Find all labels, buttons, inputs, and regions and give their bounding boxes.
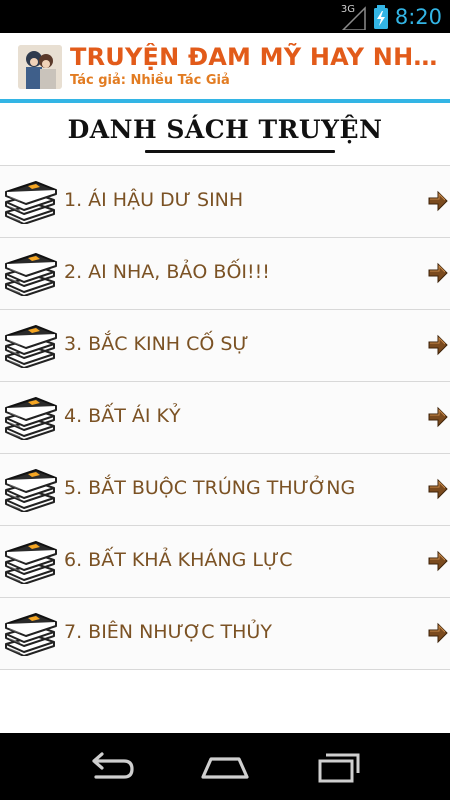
list-item[interactable]: 1. ÁI HẬU DƯ SINH xyxy=(0,165,450,237)
story-title: 2. AI NHA, BẢO BỐI!!! xyxy=(64,261,270,283)
book-stack-icon xyxy=(2,466,58,513)
page-title: DANH SÁCH TRUYỆN xyxy=(67,115,383,144)
list-item[interactable]: 7. BIÊN NHƯỢC THỦY xyxy=(0,597,450,669)
arrow-right-icon xyxy=(428,334,448,356)
book-stack-icon xyxy=(2,394,58,441)
back-icon[interactable] xyxy=(82,747,142,787)
book-stack-icon xyxy=(2,178,58,225)
title-underline xyxy=(145,150,335,153)
list-item[interactable]: 3. BẮC KINH CỐ SỰ xyxy=(0,309,450,381)
story-list: 1. ÁI HẬU DƯ SINH 2. AI NHA, BẢO BỐI!!! … xyxy=(0,165,450,670)
story-title: 1. ÁI HẬU DƯ SINH xyxy=(64,189,244,211)
list-item[interactable]: 4. BẤT ÁI KỶ xyxy=(0,381,450,453)
signal-icon: 3G xyxy=(341,4,367,30)
list-item[interactable]: 5. BẮT BUỘC TRÚNG THƯỞNG xyxy=(0,453,450,525)
recent-apps-icon[interactable] xyxy=(308,747,368,787)
arrow-right-icon xyxy=(428,262,448,284)
arrow-right-icon xyxy=(428,478,448,500)
app-title: TRUYỆN ĐAM MỸ HAY NHẤT P... xyxy=(70,43,442,71)
book-stack-icon xyxy=(2,250,58,297)
story-title: 4. BẤT ÁI KỶ xyxy=(64,405,181,427)
book-stack-icon xyxy=(2,322,58,369)
list-heading: DANH SÁCH TRUYỆN xyxy=(0,103,450,165)
status-bar: 3G 8:20 xyxy=(0,0,450,33)
arrow-right-icon xyxy=(428,190,448,212)
arrow-right-icon xyxy=(428,406,448,428)
story-title: 7. BIÊN NHƯỢC THỦY xyxy=(64,621,272,643)
list-item[interactable]: 6. BẤT KHẢ KHÁNG LỰC xyxy=(0,525,450,597)
home-icon[interactable] xyxy=(195,747,255,787)
story-title: 5. BẮT BUỘC TRÚNG THƯỞNG xyxy=(64,477,356,499)
status-time: 8:20 xyxy=(394,4,442,29)
story-title: 3. BẮC KINH CỐ SỰ xyxy=(64,333,249,355)
list-divider xyxy=(0,669,450,670)
story-title: 6. BẤT KHẢ KHÁNG LỰC xyxy=(64,549,293,571)
arrow-right-icon xyxy=(428,622,448,644)
navigation-bar xyxy=(0,733,450,800)
app-icon[interactable] xyxy=(18,45,62,89)
arrow-right-icon xyxy=(428,550,448,572)
book-stack-icon xyxy=(2,538,58,585)
app-bar: TRUYỆN ĐAM MỸ HAY NHẤT P... Tác giả: Nhi… xyxy=(0,33,450,99)
book-stack-icon xyxy=(2,610,58,657)
battery-icon xyxy=(373,4,388,29)
author-subtitle: Tác giả: Nhiều Tác Giả xyxy=(70,73,230,88)
list-item[interactable]: 2. AI NHA, BẢO BỐI!!! xyxy=(0,237,450,309)
status-icons: 3G 8:20 xyxy=(341,0,442,33)
